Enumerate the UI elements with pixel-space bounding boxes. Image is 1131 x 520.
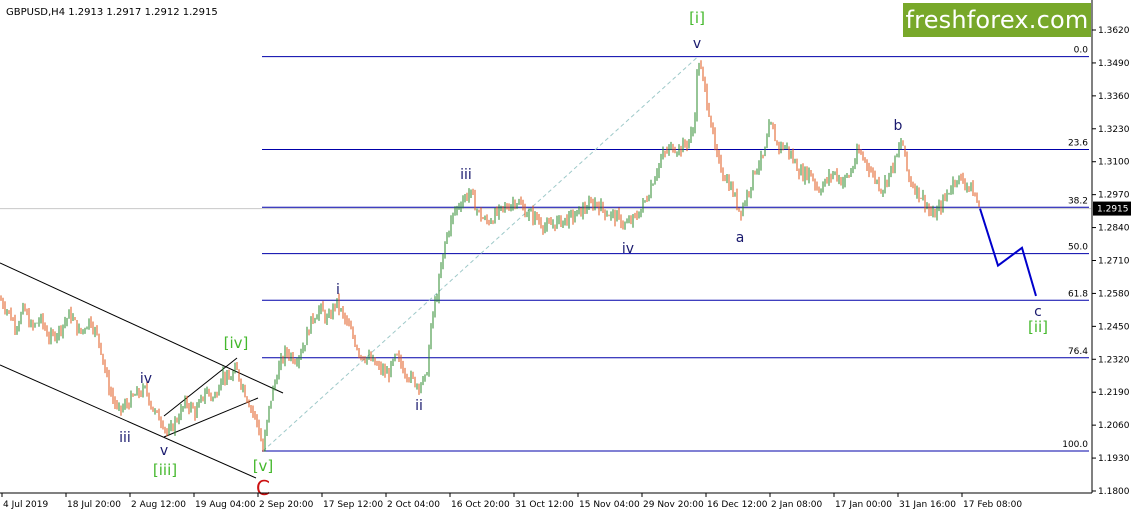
time-tick-label: 2 Aug 12:00 [131, 500, 186, 510]
price-tick-label: 1.3490 [1098, 59, 1130, 69]
price-tick-label: 1.2450 [1098, 322, 1130, 332]
wave-label: v [160, 443, 168, 459]
chart-area[interactable]: 0.0 23.6 38.2 50.0 61.8 76.4 100.0 [i] v iii i ii i… [0, 0, 1131, 516]
time-tick-label: 29 Nov 20:00 [643, 500, 704, 510]
wave-label: [v] [253, 457, 274, 475]
wave-label: a [736, 230, 745, 246]
fib-level-label: 0.0 [1074, 46, 1089, 56]
wave-label: ii [415, 398, 423, 414]
current-price-label: 1.2915 [1097, 205, 1129, 215]
time-tick-label: 18 Jul 20:00 [67, 500, 121, 510]
fib-level-label: 23.6 [1068, 139, 1088, 149]
fib-level-label: 61.8 [1068, 289, 1088, 299]
price-tick-label: 1.2970 [1098, 191, 1130, 201]
plot-background [0, 0, 1131, 516]
price-tick-label: 1.3100 [1098, 158, 1130, 168]
chart-svg: 0.023.638.250.061.876.4100.0 [i]viiiiiii… [0, 0, 1131, 516]
price-tick-label: 1.2320 [1098, 355, 1130, 365]
price-tick-label: 1.2190 [1098, 388, 1130, 398]
brand-logo: freshforex.com [903, 3, 1091, 37]
price-tick-label: 1.2580 [1098, 289, 1130, 299]
wave-label: iii [460, 167, 472, 183]
wave-label: v [693, 36, 701, 52]
price-tick-label: 1.2840 [1098, 224, 1130, 234]
time-tick-label: 17 Feb 08:00 [963, 500, 1022, 510]
wave-label: [iii] [153, 461, 177, 479]
wave-label: [iv] [224, 334, 249, 352]
fib-level-label: 38.2 [1068, 196, 1088, 206]
time-tick-label: 19 Aug 04:00 [195, 500, 256, 510]
wave-label: [i] [689, 9, 705, 27]
fib-level-label: 100.0 [1062, 440, 1088, 450]
wave-label: iv [622, 241, 634, 257]
time-tick-label: 16 Oct 20:00 [451, 500, 510, 510]
wave-label: i [336, 282, 340, 298]
price-tick-label: 1.2710 [1098, 257, 1130, 267]
wave-label: [ii] [1028, 318, 1048, 336]
symbol-info: GBPUSD,H4 1.2913 1.2917 1.2912 1.2915 [6, 7, 218, 18]
time-tick-label: 15 Nov 04:00 [579, 500, 640, 510]
time-tick-label: 4 Jul 2019 [3, 500, 48, 510]
price-tick-label: 1.1930 [1098, 454, 1130, 464]
price-tick-label: 1.3230 [1098, 125, 1130, 135]
fib-level-label: 76.4 [1068, 347, 1088, 357]
time-tick-label: 17 Jan 00:00 [835, 500, 892, 510]
time-tick-label: 2 Oct 04:00 [387, 500, 440, 510]
time-tick-label: 17 Sep 12:00 [323, 500, 383, 510]
time-tick-label: 2 Sep 20:00 [259, 500, 314, 510]
wave-label: iv [140, 371, 152, 387]
price-tick-label: 1.2060 [1098, 421, 1130, 431]
time-tick-label: 16 Dec 12:00 [707, 500, 768, 510]
fib-level-label: 50.0 [1068, 243, 1088, 253]
wave-label: b [894, 118, 903, 134]
price-tick-label: 1.3360 [1098, 92, 1130, 102]
time-tick-label: 31 Oct 12:00 [515, 500, 574, 510]
price-tick-label: 1.3620 [1098, 26, 1130, 36]
price-tick-label: 1.1800 [1098, 487, 1130, 497]
wave-label: iii [119, 430, 131, 446]
time-tick-label: 2 Jan 08:00 [771, 500, 823, 510]
time-tick-label: 31 Jan 16:00 [899, 500, 956, 510]
